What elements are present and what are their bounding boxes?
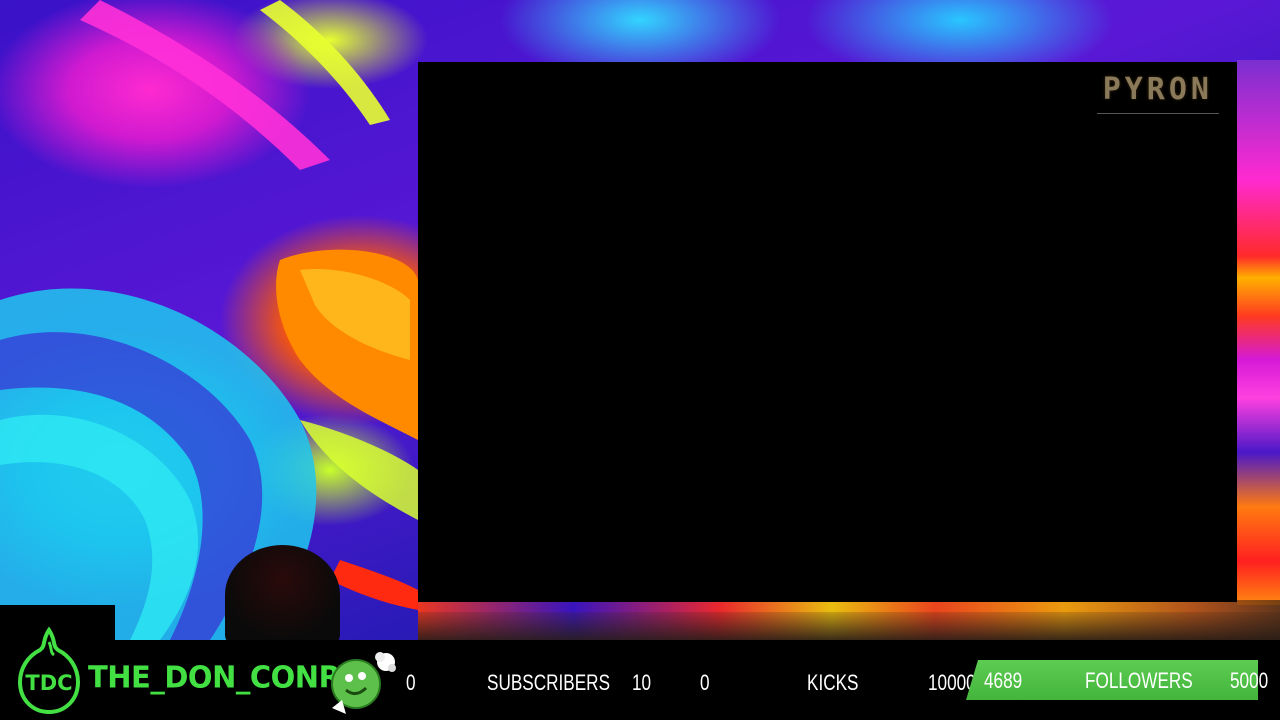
right-color-stripe [1237,60,1280,605]
tdc-logo-icon: TDC [17,626,81,715]
followers-count: 4689 [984,668,1023,693]
subscribers-label: SUBSCRIBERS [487,670,611,695]
followers-goal: 5000 [1230,668,1269,693]
pyron-watermark: PYRON [1096,70,1219,114]
mascot-icon [331,652,396,714]
svg-text:TDC: TDC [25,671,72,695]
subscribers-count: 0 [406,670,416,695]
game-capture-area: PYRON [418,62,1237,602]
channel-name: THE_DON_CONRY [88,659,360,695]
swirl-art [0,0,418,640]
subscribers-goal: 10 [632,670,652,695]
bottom-color-stripe [418,600,1280,640]
kicks-count: 0 [700,670,710,695]
followers-label: FOLLOWERS [1085,668,1193,693]
webcam-silhouette [225,545,340,645]
kicks-label: KICKS [807,670,859,695]
